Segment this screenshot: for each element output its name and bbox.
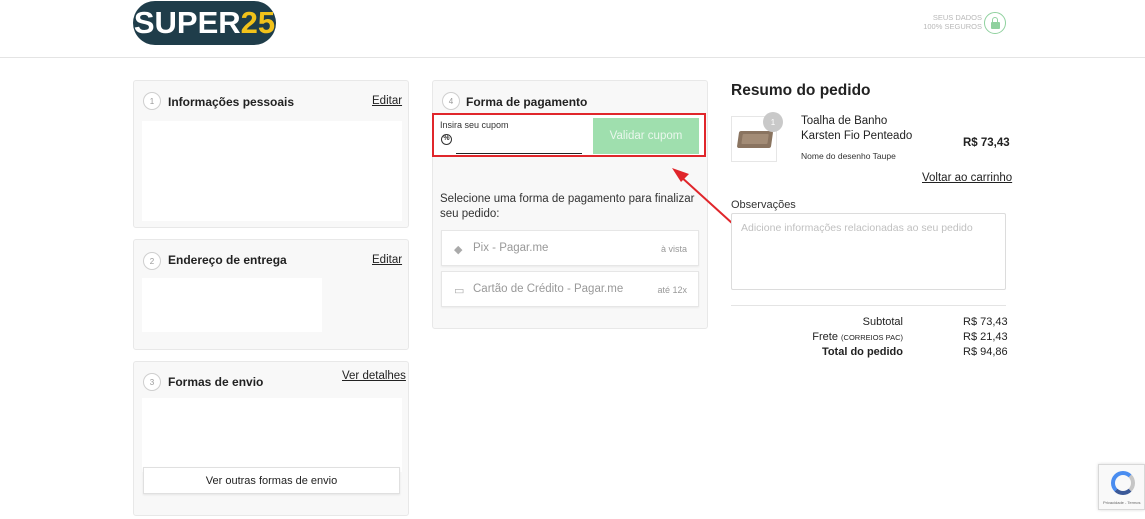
total-label: Total do pedido [821, 346, 903, 358]
product-name: Toalha de Banho Karsten Fio Penteado [801, 115, 913, 142]
subtotal-value: R$ 73,43 [963, 316, 1008, 328]
back-to-cart-link[interactable]: Voltar ao carrinho [922, 172, 1012, 184]
recaptcha-text: Privacidade - Termos [1103, 500, 1141, 505]
recaptcha-badge[interactable]: Privacidade - Termos [1098, 464, 1145, 510]
observations-label: Observações [731, 199, 796, 211]
product-price: R$ 73,43 [963, 137, 1010, 149]
freight-value: R$ 21,43 [963, 331, 1008, 343]
total-value: R$ 94,86 [963, 346, 1008, 358]
freight-label: Frete [812, 331, 838, 343]
summary-divider [731, 305, 1006, 306]
product-quantity-badge: 1 [763, 112, 783, 132]
order-summary-title: Resumo do pedido [731, 82, 871, 99]
freight-method: (CORREIOS PAC) [841, 333, 903, 342]
subtotal-label: Subtotal [862, 316, 903, 328]
freight-label-row: Frete (CORREIOS PAC) [703, 331, 903, 343]
product-variant: Nome do desenho Taupe [801, 151, 896, 161]
recaptcha-icon [1111, 471, 1135, 495]
observations-textarea[interactable] [731, 213, 1006, 290]
